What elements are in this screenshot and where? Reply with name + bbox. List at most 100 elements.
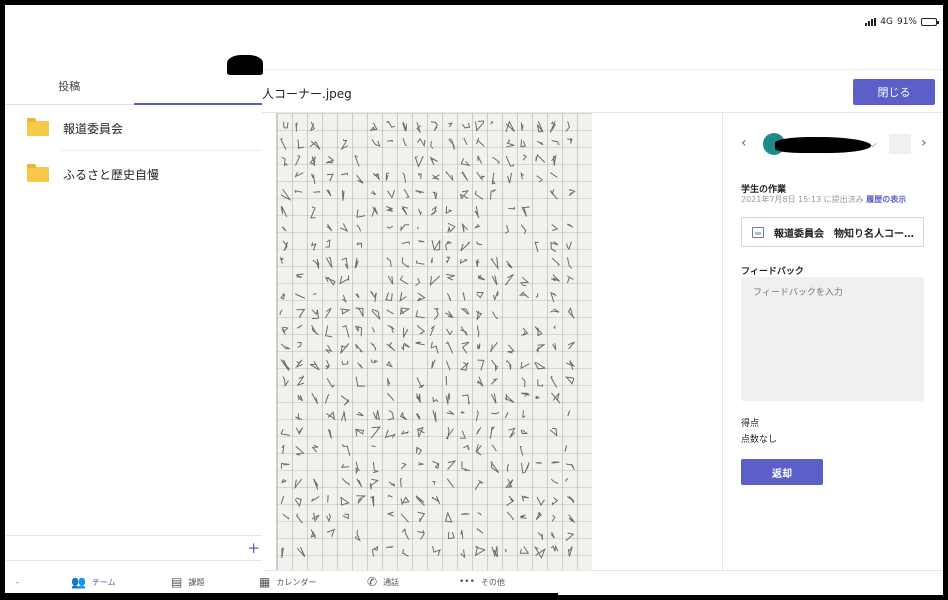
pencil-stroke <box>355 307 364 317</box>
pencil-stroke <box>564 445 568 452</box>
pencil-stroke <box>507 344 515 354</box>
pencil-stroke <box>294 171 304 178</box>
return-button[interactable]: 返却 <box>741 459 823 485</box>
pencil-stroke <box>340 343 350 354</box>
pencil-stroke <box>431 239 441 252</box>
pencil-stroke <box>386 121 396 128</box>
screen-edge <box>5 593 558 595</box>
pencil-stroke <box>568 189 576 196</box>
pencil-stroke <box>535 154 546 163</box>
pencil-stroke <box>326 173 334 182</box>
pencil-stroke <box>445 392 450 405</box>
pencil-stroke <box>520 122 524 131</box>
pencil-stroke <box>565 121 570 132</box>
pencil-stroke <box>324 344 333 354</box>
pencil-stroke <box>387 139 393 143</box>
pencil-stroke <box>386 342 395 351</box>
pencil-stroke <box>417 511 426 522</box>
pencil-stroke <box>311 496 320 502</box>
channel-item-hometown-history[interactable]: ふるさと歴史自慢 <box>5 151 262 197</box>
pencil-stroke <box>459 190 469 200</box>
phone-icon: ✆ <box>367 575 378 589</box>
pencil-stroke <box>446 273 455 281</box>
pencil-stroke <box>325 359 331 370</box>
pencil-stroke <box>536 140 544 146</box>
feedback-input[interactable] <box>741 277 924 401</box>
nav-label: カレンダー <box>276 577 317 587</box>
attachment-card[interactable]: 報道委員会 物知り名人コー… <box>741 217 924 247</box>
pencil-stroke <box>504 224 509 235</box>
pencil-stroke <box>549 189 558 200</box>
pencil-stroke <box>354 155 360 167</box>
pencil-stroke <box>475 444 482 456</box>
nav-teams[interactable]: 👥 チーム <box>71 576 116 588</box>
pencil-stroke <box>490 121 494 125</box>
pencil-stroke <box>446 410 455 415</box>
pencil-stroke <box>445 240 453 251</box>
pencil-stroke <box>462 394 470 405</box>
pencil-stroke <box>551 497 559 506</box>
pencil-stroke <box>311 242 317 251</box>
add-icon[interactable]: + <box>247 539 260 557</box>
battery-percent: 91% <box>896 17 917 27</box>
pencil-stroke <box>400 224 410 232</box>
nav-assignments[interactable]: ▤ 課題 <box>171 576 204 588</box>
channel-label: ふるさと歴史自慢 <box>63 167 160 182</box>
pencil-stroke <box>520 276 530 287</box>
pencil-stroke <box>296 546 306 557</box>
pencil-stroke <box>448 122 453 128</box>
pencil-stroke <box>432 410 437 423</box>
pencil-stroke <box>279 257 284 264</box>
pencil-stroke <box>342 189 345 201</box>
pencil-stroke <box>400 462 407 470</box>
pencil-stroke <box>492 291 499 302</box>
status-bar: 4G 91% <box>865 17 939 27</box>
pencil-stroke <box>552 343 557 351</box>
pencil-stroke <box>490 378 499 385</box>
channel-item-reporting-committee[interactable]: 報道委員会 <box>5 105 262 151</box>
pencil-stroke <box>565 376 575 385</box>
pencil-stroke <box>280 429 290 436</box>
pencil-stroke <box>551 392 561 404</box>
left-pane-footer: + <box>5 535 262 565</box>
nav-calendar[interactable]: ▦ カレンダー <box>259 576 316 588</box>
pencil-stroke <box>311 512 320 523</box>
pencil-stroke <box>279 309 283 316</box>
pencil-stroke <box>460 549 466 559</box>
close-button[interactable]: 閉じる <box>853 79 935 105</box>
history-link[interactable]: 履歴の表示 <box>866 195 906 204</box>
pencil-stroke <box>491 359 499 372</box>
pencil-stroke <box>324 307 332 319</box>
next-student-icon[interactable]: › <box>921 135 927 151</box>
pencil-stroke <box>355 343 363 353</box>
nav-more[interactable]: ••• その他 <box>459 576 505 588</box>
tab-posts[interactable]: 投稿 <box>5 69 134 104</box>
pencil-stroke <box>445 328 453 336</box>
pencil-stroke <box>356 495 367 505</box>
pencil-stroke <box>549 427 558 437</box>
pencil-stroke <box>551 224 559 231</box>
pencil-stroke <box>448 138 455 150</box>
pencil-stroke <box>415 413 421 420</box>
image-file-icon <box>752 226 764 238</box>
nav-calls[interactable]: ✆ 通話 <box>367 576 399 588</box>
pencil-stroke <box>522 154 528 161</box>
pencil-stroke <box>430 205 438 216</box>
pencil-stroke <box>326 411 336 421</box>
previous-student-icon[interactable]: ‹ <box>741 135 747 151</box>
pencil-stroke <box>325 256 333 269</box>
student-selector-box[interactable] <box>889 134 911 154</box>
ipad-screen: 4G 91% 投稿 報道委員会 ふるさと歴史自慢 + 人コーナー.jpeg 閉じ… <box>5 5 943 595</box>
pencil-stroke <box>341 477 350 486</box>
chevron-down-icon[interactable]: ⌵ <box>869 139 877 150</box>
pencil-stroke <box>504 393 515 404</box>
pencil-stroke <box>474 190 484 200</box>
pencil-stroke <box>385 206 394 212</box>
pencil-stroke <box>324 276 336 286</box>
pencil-stroke <box>518 291 529 299</box>
pencil-stroke <box>370 342 377 351</box>
pencil-stroke <box>446 292 452 302</box>
pencil-stroke <box>536 344 546 353</box>
pencil-stroke <box>356 241 362 248</box>
pencil-stroke <box>387 189 396 199</box>
